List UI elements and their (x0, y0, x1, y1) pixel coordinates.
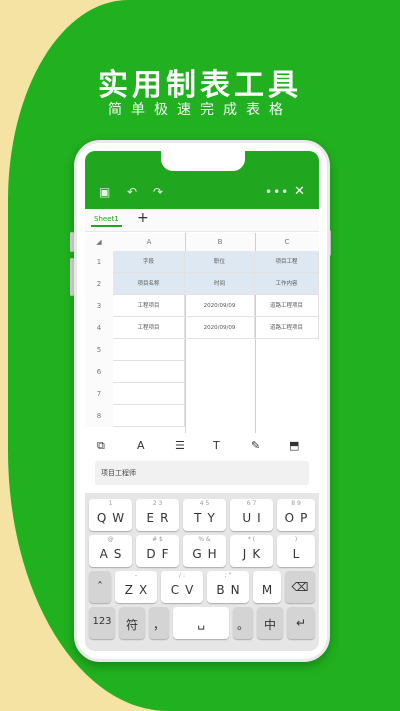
key-bn[interactable]: ; " BN (207, 571, 249, 603)
format-toolbar: ⧉ A ☰ T ✎ ⬒ (85, 433, 319, 461)
column-header-c[interactable]: C (255, 233, 319, 251)
cell-c4[interactable]: 道路工程项目 (255, 317, 319, 339)
key-df[interactable]: # $ DF (136, 535, 179, 567)
cell-a3[interactable]: 工程项目 (113, 295, 185, 317)
column-header-b[interactable]: B (185, 233, 255, 251)
undo-icon[interactable]: ↶ (127, 185, 137, 199)
cell-b1[interactable]: 职位 (185, 251, 255, 273)
row-header-7[interactable]: 7 (85, 383, 113, 405)
key-gh[interactable]: % & GH (183, 535, 226, 567)
tab-sheet1[interactable]: Sheet1 (91, 213, 122, 227)
phone-notch (161, 151, 245, 171)
row-header-2[interactable]: 2 (85, 273, 113, 295)
key-cv[interactable]: / : CV (161, 571, 203, 603)
more-icon[interactable]: ••• (265, 185, 289, 199)
headline-subtitle: 简单极速完成表格 (108, 102, 292, 118)
key-ui[interactable]: 6 7 UI (230, 499, 273, 531)
enter-key[interactable]: ↵ (287, 607, 315, 639)
cell-c3[interactable]: 道路工程项目 (255, 295, 319, 317)
key-qw[interactable]: 1 QW (89, 499, 132, 531)
cell-c1[interactable]: 项目工程 (255, 251, 319, 273)
cell-empty[interactable] (113, 405, 185, 427)
cell-empty[interactable] (113, 383, 185, 405)
cell-b4[interactable]: 2020/09/09 (185, 317, 255, 339)
row-header-5[interactable]: 5 (85, 339, 113, 361)
row-header-8[interactable]: 8 (85, 405, 113, 427)
cell-b2[interactable]: 时间 (185, 273, 255, 295)
key-l[interactable]: ) L (277, 535, 315, 567)
cell-edit-input[interactable]: 项目工程师 (95, 461, 309, 485)
row-header-1[interactable]: 1 (85, 251, 113, 273)
align-icon[interactable]: ☰ (175, 439, 185, 452)
row-header-4[interactable]: 4 (85, 317, 113, 339)
select-all-corner[interactable]: ◢ (85, 233, 113, 251)
key-shift[interactable]: ˆ (89, 571, 111, 603)
format-painter-icon[interactable]: ⧉ (97, 439, 105, 453)
save-icon[interactable]: ▣ (99, 185, 110, 199)
phone-screen: ▣ ↶ ↷ ••• ✕ Sheet1 + ◢ A B C 1 2 3 4 5 6… (85, 151, 319, 651)
cell-a2[interactable]: 项目名称 (113, 273, 185, 295)
row-header-3[interactable]: 3 (85, 295, 113, 317)
keyboard: 1 QW 2 3 ER 4 5 TY 6 7 UI 8 9 OP @ AS # $ DF % … (85, 493, 319, 651)
key-op[interactable]: 8 9 OP (277, 499, 315, 531)
key-ty[interactable]: 4 5 TY (183, 499, 226, 531)
key-as[interactable]: @ AS (89, 535, 132, 567)
redo-icon[interactable]: ↷ (153, 185, 163, 199)
backspace-key[interactable]: ⌫ (285, 571, 315, 603)
cell-c2[interactable]: 工作内容 (255, 273, 319, 295)
cell-empty[interactable] (113, 339, 185, 361)
backspace-icon: ⌫ (291, 580, 309, 594)
fill-color-icon[interactable]: ✎ (251, 439, 260, 452)
cell-b3[interactable]: 2020/09/09 (185, 295, 255, 317)
column-header-a[interactable]: A (113, 233, 185, 251)
key-chinese[interactable]: 中 (257, 607, 283, 639)
add-sheet-button[interactable]: + (137, 210, 149, 226)
key-space[interactable]: ␣ (173, 607, 229, 639)
phone-frame: ▣ ↶ ↷ ••• ✕ Sheet1 + ◢ A B C 1 2 3 4 5 6… (74, 140, 330, 662)
key-jk[interactable]: * (JK (230, 535, 273, 567)
cell-empty[interactable] (113, 361, 185, 383)
key-symbols[interactable]: 符 (119, 607, 145, 639)
cell-a4[interactable]: 工程项目 (113, 317, 185, 339)
key-period[interactable]: 。 (233, 607, 253, 639)
key-comma[interactable]: ， (149, 607, 169, 639)
key-er[interactable]: 2 3 ER (136, 499, 179, 531)
fill-bucket-icon[interactable]: ⬒ (289, 439, 299, 452)
enter-icon: ↵ (295, 616, 307, 630)
app-toolbar: ▣ ↶ ↷ ••• ✕ (85, 151, 319, 209)
font-icon[interactable]: A (137, 439, 145, 452)
row-header-6[interactable]: 6 (85, 361, 113, 383)
key-123[interactable]: 123 (89, 607, 115, 639)
close-icon[interactable]: ✕ (294, 185, 305, 199)
headline-title: 实用制表工具 (98, 68, 302, 103)
spreadsheet-grid[interactable]: ◢ A B C 1 2 3 4 5 6 7 8 字段 职位 项目工程 项目名称 … (85, 233, 319, 433)
space-icon: ␣ (197, 616, 205, 630)
cell-a1[interactable]: 字段 (113, 251, 185, 273)
sheet-tabs: Sheet1 + (85, 209, 319, 232)
text-format-icon[interactable]: T (213, 439, 220, 452)
key-zx[interactable]: - ZX (115, 571, 157, 603)
key-m[interactable]: M (253, 571, 281, 603)
